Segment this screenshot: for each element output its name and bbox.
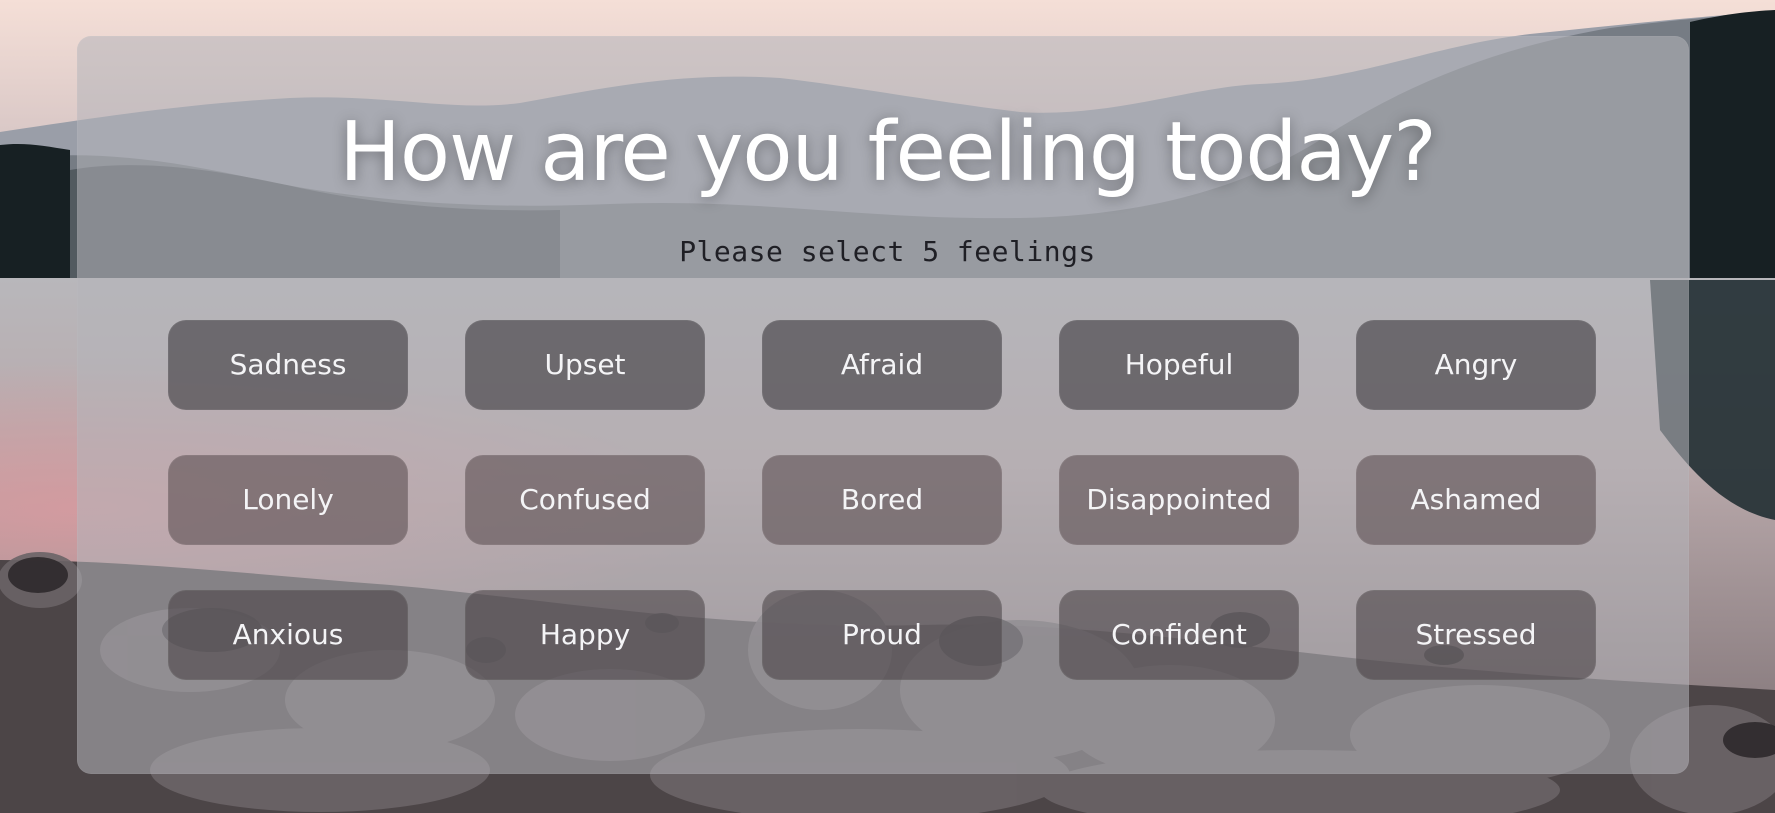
feeling-button-bored[interactable]: Bored <box>762 455 1002 545</box>
feeling-button-afraid[interactable]: Afraid <box>762 320 1002 410</box>
page-title: How are you feeling today? <box>339 105 1436 200</box>
feeling-button-happy[interactable]: Happy <box>465 590 705 680</box>
feeling-button-disappointed[interactable]: Disappointed <box>1059 455 1299 545</box>
feeling-button-proud[interactable]: Proud <box>762 590 1002 680</box>
feeling-button-upset[interactable]: Upset <box>465 320 705 410</box>
feelings-grid: Sadness Upset Afraid Hopeful Angry Lonel… <box>168 320 1598 680</box>
feeling-button-hopeful[interactable]: Hopeful <box>1059 320 1299 410</box>
feeling-button-ashamed[interactable]: Ashamed <box>1356 455 1596 545</box>
feeling-button-anxious[interactable]: Anxious <box>168 590 408 680</box>
feeling-button-angry[interactable]: Angry <box>1356 320 1596 410</box>
feeling-button-sadness[interactable]: Sadness <box>168 320 408 410</box>
feeling-button-confused[interactable]: Confused <box>465 455 705 545</box>
feeling-button-lonely[interactable]: Lonely <box>168 455 408 545</box>
feeling-button-stressed[interactable]: Stressed <box>1356 590 1596 680</box>
app-screen: How are you feeling today? Please select… <box>0 0 1775 813</box>
feeling-button-confident[interactable]: Confident <box>1059 590 1299 680</box>
selection-instruction: Please select 5 feelings <box>679 235 1096 268</box>
